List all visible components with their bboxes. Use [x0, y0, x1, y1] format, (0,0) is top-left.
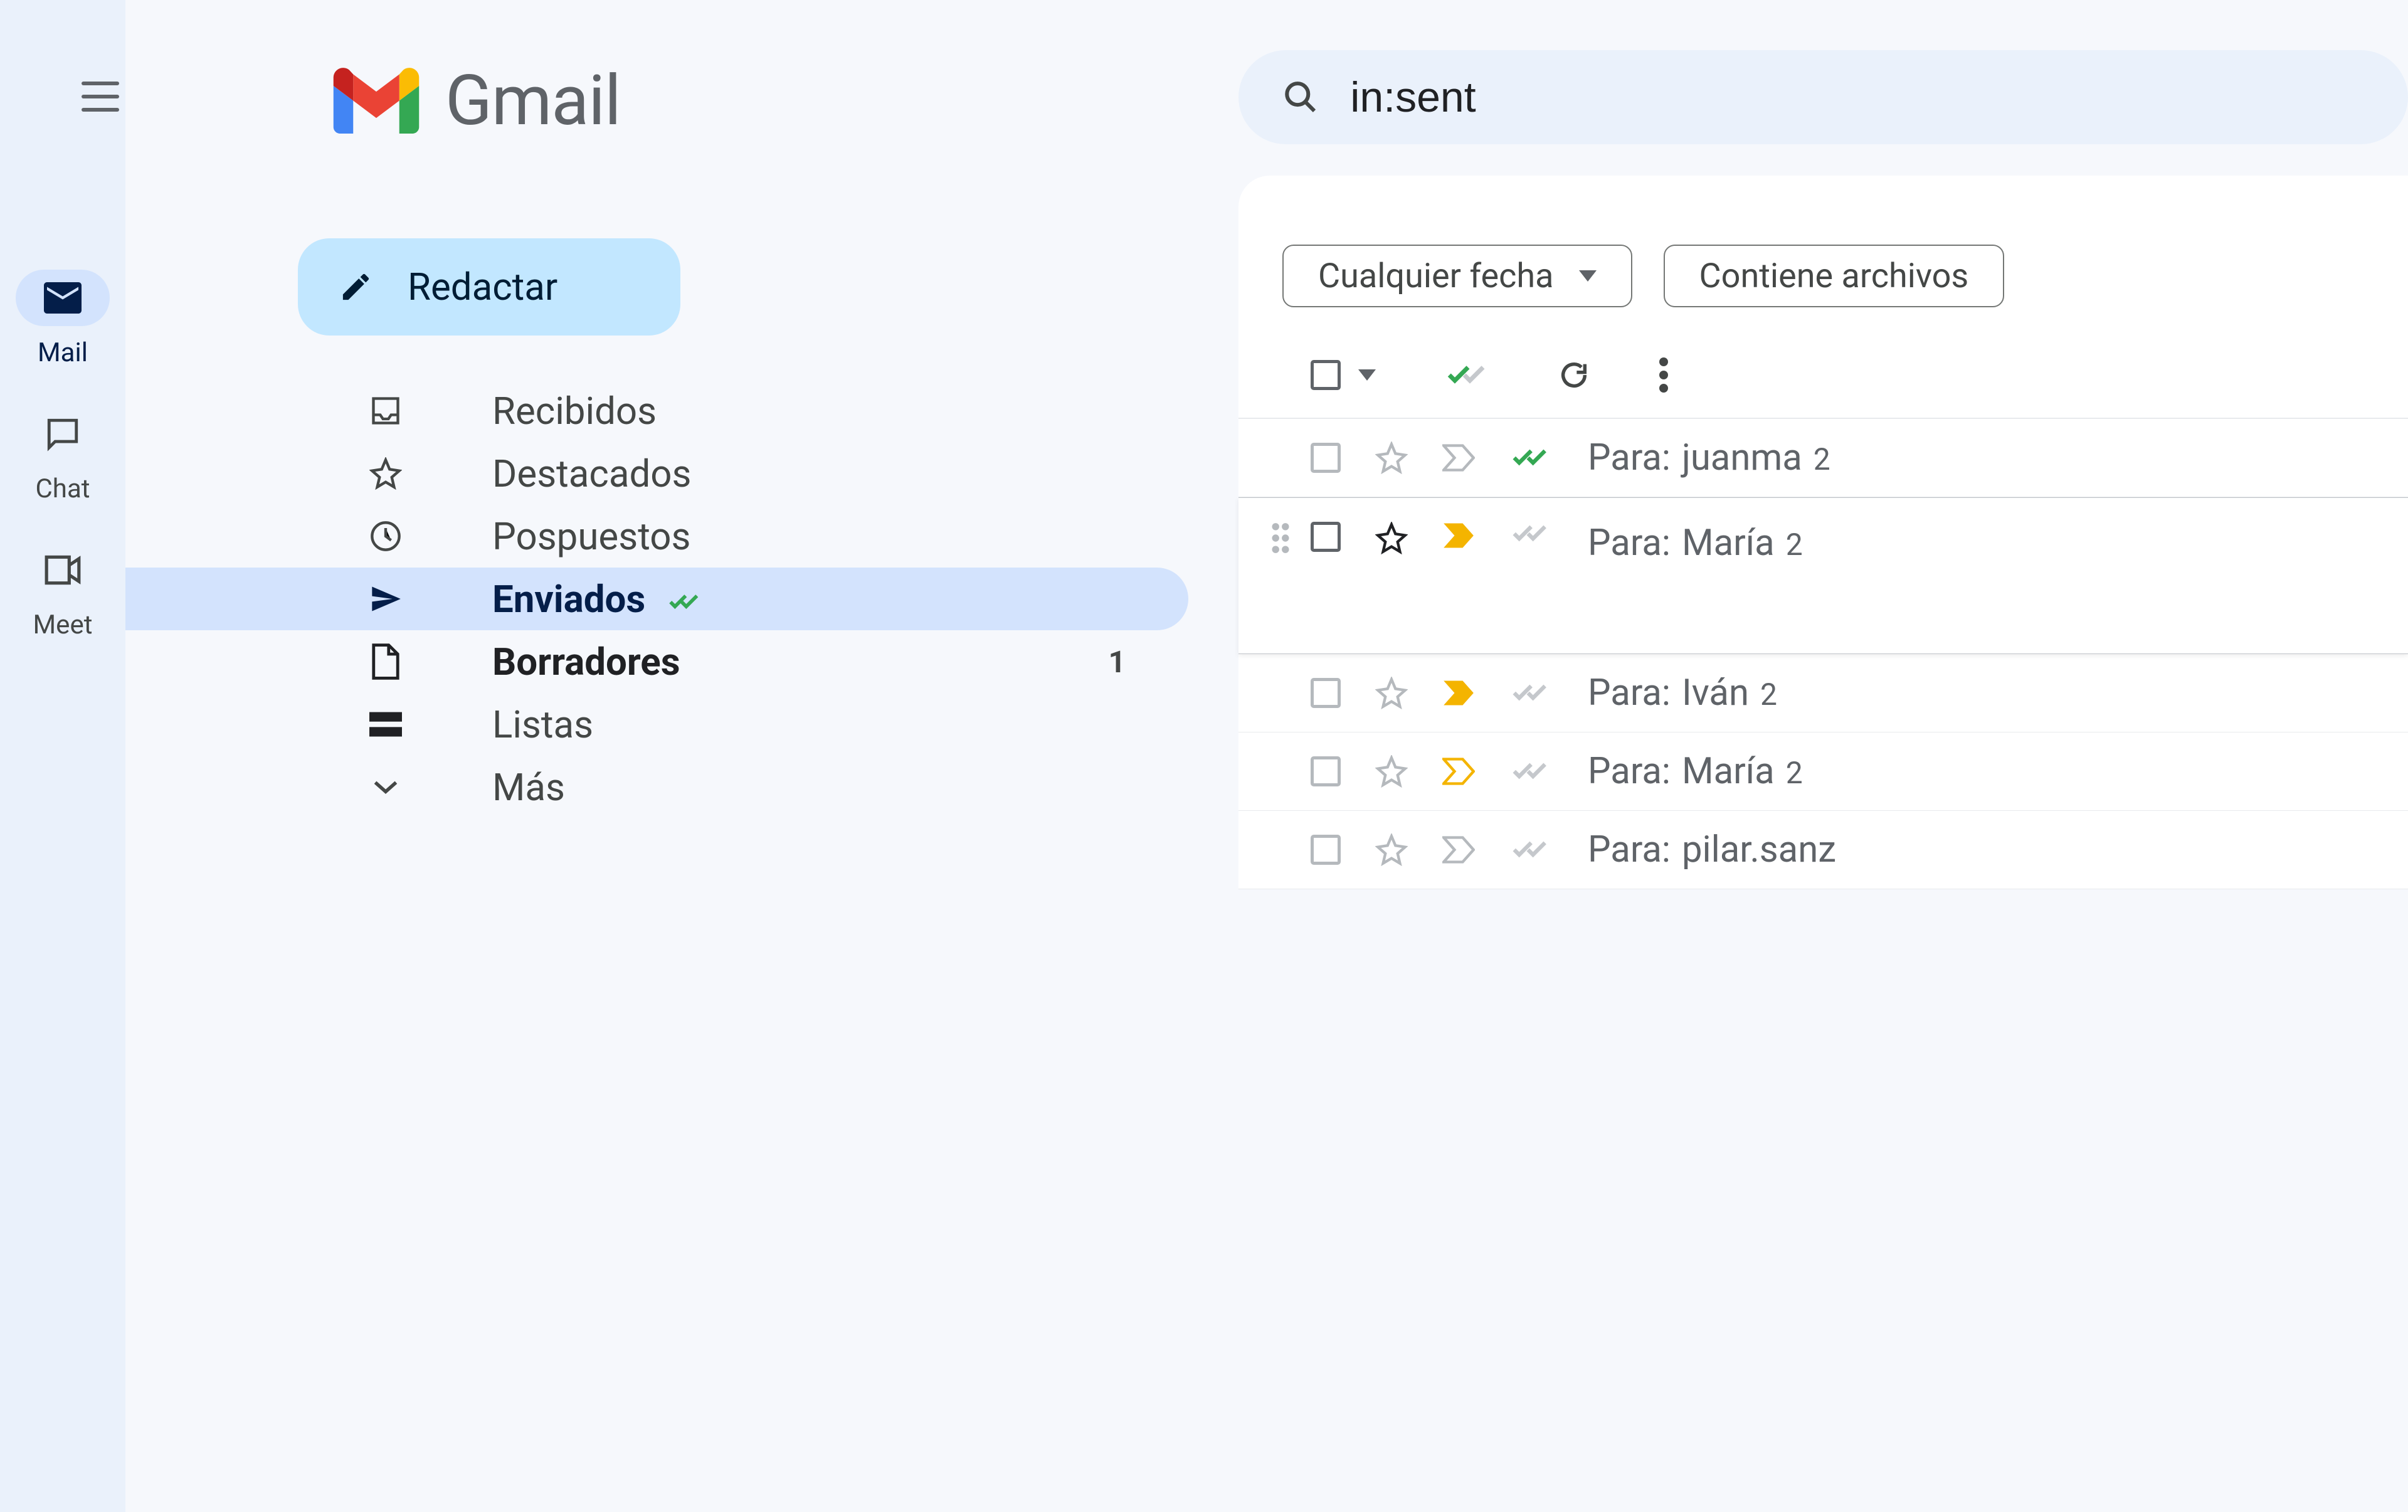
email-recipient: Para: María 2 — [1588, 750, 1803, 793]
list-toolbar — [1238, 339, 2408, 419]
read-status-icon — [1509, 446, 1553, 470]
email-row[interactable]: Para: María 2 — [1238, 497, 2408, 654]
read-status-icon — [1509, 522, 1553, 546]
rail-label-mail: Mail — [38, 337, 88, 368]
sidebar-item-drafts[interactable]: Borradores 1 — [125, 630, 1188, 693]
more-actions-button[interactable] — [1659, 357, 1668, 393]
nav-label: Borradores — [492, 640, 680, 684]
nav-label: Listas — [492, 702, 593, 747]
nav-label: Enviados — [492, 577, 710, 621]
email-row[interactable]: Para: juanma 2 — [1238, 419, 2408, 497]
more-vert-icon — [1659, 357, 1668, 393]
sidebar-item-lists[interactable]: Listas — [125, 693, 1188, 756]
sidebar-item-more[interactable]: Más — [125, 756, 1188, 818]
row-checkbox[interactable] — [1311, 756, 1341, 786]
email-recipient: Para: María 2 — [1588, 522, 1803, 564]
nav-label: Pospuestos — [492, 514, 690, 559]
drag-handle-icon[interactable] — [1270, 522, 1291, 554]
refresh-button[interactable] — [1558, 359, 1590, 391]
filter-chips: Cualquier fecha Contiene archivos — [1238, 176, 2408, 339]
email-recipient: Para: Iván 2 — [1588, 672, 1777, 714]
compose-button[interactable]: Redactar — [298, 238, 680, 336]
email-row[interactable]: Para: María 2 — [1238, 732, 2408, 811]
chat-icon — [45, 416, 81, 452]
read-status-icon — [1509, 681, 1553, 705]
mail-icon — [43, 282, 82, 314]
filter-chip-date[interactable]: Cualquier fecha — [1282, 245, 1632, 307]
importance-marker[interactable] — [1442, 758, 1475, 785]
nav-label: Más — [492, 765, 565, 810]
row-checkbox[interactable] — [1311, 522, 1341, 552]
chevron-down-icon — [1579, 270, 1597, 282]
chip-label: Cualquier fecha — [1318, 256, 1554, 296]
meet-icon — [43, 554, 82, 586]
nav-count: 1 — [1108, 644, 1126, 680]
chip-label: Contiene archivos — [1699, 256, 1969, 296]
stack-icon — [367, 712, 404, 737]
email-row[interactable]: Para: pilar.sanz — [1238, 811, 2408, 889]
importance-marker[interactable] — [1442, 679, 1475, 707]
search-icon — [1282, 78, 1319, 117]
search-bar[interactable] — [1238, 50, 2408, 144]
nav-label: Recibidos — [492, 389, 657, 433]
compose-label: Redactar — [408, 265, 557, 309]
email-row[interactable]: Para: Iván 2 — [1238, 654, 2408, 732]
draft-icon — [367, 643, 404, 680]
importance-marker[interactable] — [1442, 522, 1475, 549]
star-toggle[interactable] — [1375, 833, 1408, 866]
checkbox-icon — [1311, 360, 1341, 390]
product-name: Gmail — [445, 60, 621, 141]
chevron-down-icon — [367, 778, 404, 796]
clock-icon — [367, 520, 404, 552]
rail-label-chat: Chat — [35, 473, 90, 504]
star-icon — [367, 457, 404, 490]
sidebar-item-sent[interactable]: Enviados — [125, 568, 1188, 630]
sidebar-item-snoozed[interactable]: Pospuestos — [125, 505, 1188, 568]
sidebar: Gmail Redactar Recibidos Destacados Posp… — [125, 0, 1238, 1512]
main-area: Cualquier fecha Contiene archivos — [1238, 0, 2408, 1512]
inbox-icon — [367, 394, 404, 427]
rail-item-chat[interactable]: Chat — [16, 406, 110, 504]
importance-marker[interactable] — [1442, 836, 1475, 864]
star-toggle[interactable] — [1375, 441, 1408, 474]
star-toggle[interactable] — [1375, 755, 1408, 788]
search-input[interactable] — [1350, 73, 2408, 122]
read-status-icon — [1509, 759, 1553, 783]
main-menu-button[interactable] — [82, 82, 119, 112]
select-all[interactable] — [1311, 360, 1376, 390]
logo[interactable]: Gmail — [125, 38, 1238, 163]
row-checkbox[interactable] — [1311, 678, 1341, 708]
pencil-icon — [339, 270, 373, 304]
sidebar-item-inbox[interactable]: Recibidos — [125, 379, 1188, 442]
star-toggle[interactable] — [1375, 677, 1408, 709]
refresh-icon — [1558, 359, 1590, 391]
nav-label: Destacados — [492, 452, 692, 496]
read-receipts-button[interactable] — [1445, 362, 1489, 388]
double-check-icon — [666, 591, 710, 613]
sidebar-item-starred[interactable]: Destacados — [125, 442, 1188, 505]
email-recipient: Para: juanma 2 — [1588, 436, 1830, 479]
rail-item-mail[interactable]: Mail — [16, 270, 110, 368]
row-checkbox[interactable] — [1311, 835, 1341, 865]
importance-marker[interactable] — [1442, 444, 1475, 472]
chevron-down-icon — [1358, 369, 1376, 381]
app-rail: Mail Chat Meet — [0, 0, 125, 1512]
email-list: Para: juanma 2 Para: María 2 — [1238, 419, 2408, 889]
filter-chip-attachments[interactable]: Contiene archivos — [1664, 245, 2005, 307]
gmail-logo-icon — [332, 68, 420, 134]
send-icon — [367, 583, 404, 615]
folder-list: Recibidos Destacados Pospuestos Enviados… — [125, 379, 1238, 818]
email-recipient: Para: pilar.sanz — [1588, 828, 1847, 871]
hamburger-icon — [82, 82, 119, 112]
star-toggle[interactable] — [1375, 522, 1408, 554]
read-status-icon — [1509, 838, 1553, 862]
row-checkbox[interactable] — [1311, 443, 1341, 473]
rail-item-meet[interactable]: Meet — [16, 542, 110, 640]
rail-label-meet: Meet — [33, 610, 93, 640]
